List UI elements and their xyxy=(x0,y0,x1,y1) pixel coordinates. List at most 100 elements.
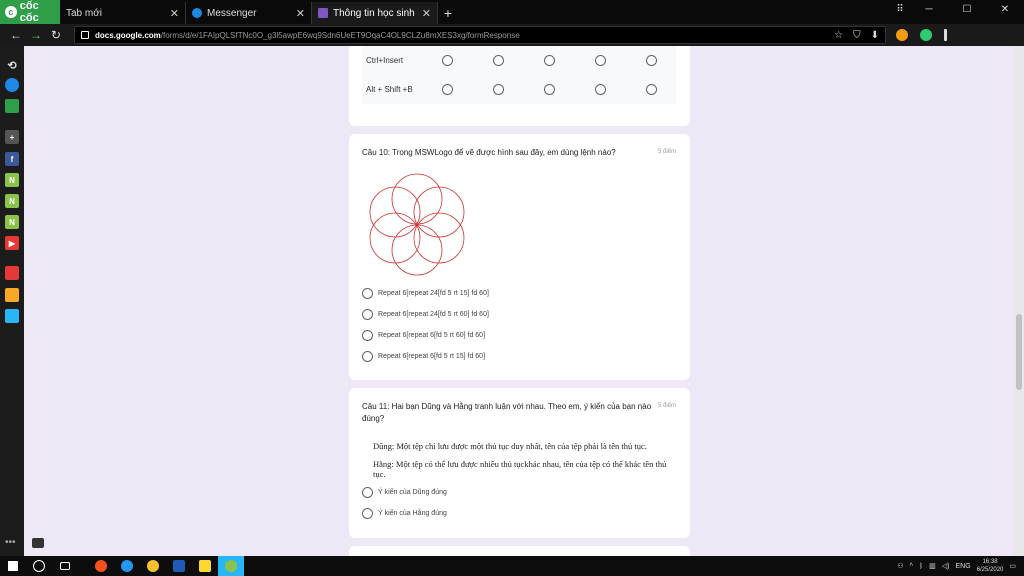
n-app-icon[interactable]: N xyxy=(5,215,19,229)
answer-option[interactable]: Repeat 6[repeat 6[fd 5 rt 60] fd 60] xyxy=(362,330,485,341)
chrome-icon[interactable] xyxy=(140,556,166,576)
question-quote-dung: Dũng: Một tệp chỉ lưu được một thủ tục d… xyxy=(373,441,647,451)
radio-button[interactable] xyxy=(362,330,373,341)
radio-button[interactable] xyxy=(362,508,373,519)
tab-label: Thông tin học sinh xyxy=(333,7,415,19)
system-tray: ⚇ ^ ᛒ ▥ ◁) ENG 16:38 6/25/2020 ▭ xyxy=(897,558,1024,574)
star-icon[interactable]: ☆ xyxy=(834,30,843,41)
game-app-icon[interactable] xyxy=(5,288,19,302)
radio-button[interactable] xyxy=(362,288,373,299)
bluetooth-icon[interactable]: ᛒ xyxy=(919,563,923,570)
radio-button[interactable] xyxy=(362,351,373,362)
radio-button[interactable] xyxy=(362,487,373,498)
tab-thong-tin-hoc-sinh[interactable]: Thông tin học sinh ✕ xyxy=(312,2,438,24)
question-quote-hang: Hằng: Một tệp có thể lưu được nhiều thủ … xyxy=(373,459,667,479)
task-view-icon[interactable] xyxy=(52,556,78,576)
search-icon[interactable] xyxy=(26,556,52,576)
flower-image xyxy=(369,173,465,276)
reload-button[interactable]: ↻ xyxy=(46,28,66,42)
notification-icon[interactable]: ▭ xyxy=(1009,562,1016,570)
language-indicator[interactable]: ENG xyxy=(956,563,971,570)
close-window-button[interactable]: ✕ xyxy=(986,0,1024,18)
more-icon[interactable]: ••• xyxy=(5,537,16,548)
new-tab-button[interactable]: + xyxy=(438,2,458,24)
more-menu-icon[interactable] xyxy=(944,29,947,41)
chevron-up-icon[interactable]: ^ xyxy=(910,563,913,570)
network-icon[interactable]: ▥ xyxy=(929,562,936,570)
url-input[interactable]: docs.google.com /forms/d/e/1FAIpQLSfTNc0… xyxy=(74,26,886,44)
coccoc-taskbar-icon[interactable] xyxy=(218,556,244,576)
coccoc-icon: c xyxy=(5,6,17,18)
question-title: Câu 10: Trong MSWLogo để vẽ được hình sa… xyxy=(362,148,616,157)
start-button[interactable] xyxy=(0,556,26,576)
close-icon[interactable]: ✕ xyxy=(170,7,179,20)
n-app-icon[interactable]: N xyxy=(5,194,19,208)
radio-option[interactable] xyxy=(595,55,606,66)
app-icon[interactable] xyxy=(88,556,114,576)
history-icon[interactable]: ⟲ xyxy=(5,58,19,72)
tab-label: Messenger xyxy=(207,7,257,19)
radio-option[interactable] xyxy=(646,84,657,95)
forward-button[interactable]: → xyxy=(26,28,46,42)
url-host: docs.google.com xyxy=(95,30,161,40)
date: 6/25/2020 xyxy=(976,567,1004,573)
radio-option[interactable] xyxy=(646,55,657,66)
volume-icon[interactable]: ◁) xyxy=(942,562,950,570)
app-icon[interactable] xyxy=(5,309,19,323)
address-bar: ← → ↻ docs.google.com /forms/d/e/1FAIpQL… xyxy=(0,24,1024,46)
add-icon[interactable]: + xyxy=(5,130,19,144)
close-icon[interactable]: ✕ xyxy=(422,7,431,20)
file-explorer-icon[interactable] xyxy=(192,556,218,576)
n-app-icon[interactable]: N xyxy=(5,173,19,187)
scrollbar-thumb[interactable] xyxy=(1016,314,1022,390)
answer-option[interactable]: Repeat 6[repeat 24[fd 5 rt 15] fd 60] xyxy=(362,288,489,299)
answer-option[interactable]: Repeat 6[repeat 6[fd 5 rt 15] fd 60] xyxy=(362,351,485,362)
extension-icon[interactable] xyxy=(896,29,908,41)
grid-row: Ctrl+Insert xyxy=(362,46,676,75)
close-icon[interactable]: ✕ xyxy=(296,7,305,20)
tab-new[interactable]: Tab mới ✕ xyxy=(60,2,186,24)
edge-icon[interactable] xyxy=(114,556,140,576)
tab-bar: c cốc cốc Tab mới ✕ Messenger ✕ Thông ti… xyxy=(0,0,1024,24)
question-card-9: Ctrl+Insert Alt + Shift +B xyxy=(349,46,690,126)
answer-option[interactable]: Ý kiến của Dũng đúng xyxy=(362,487,447,498)
tab-label: Tab mới xyxy=(66,7,103,19)
coccoc-logo[interactable]: c cốc cốc xyxy=(0,0,60,24)
chat-icon[interactable] xyxy=(32,538,44,548)
radio-option[interactable] xyxy=(544,55,555,66)
grid-row-label: Ctrl+Insert xyxy=(366,56,404,65)
download-icon[interactable]: ⬇ xyxy=(871,30,879,41)
answer-option[interactable]: Repeat 6[repeat 24[fd 5 rt 60] fd 60] xyxy=(362,309,489,320)
extensions xyxy=(896,29,947,41)
radio-option[interactable] xyxy=(493,84,504,95)
clock[interactable]: 16:38 6/25/2020 xyxy=(977,558,1004,574)
back-button[interactable]: ← xyxy=(6,28,26,42)
facebook-icon[interactable]: f xyxy=(5,152,19,166)
people-icon[interactable]: ⚇ xyxy=(897,562,903,570)
youtube-icon[interactable]: ▶ xyxy=(5,236,19,250)
question-card-10: Câu 10: Trong MSWLogo để vẽ được hình sa… xyxy=(349,134,690,380)
game-icon[interactable] xyxy=(5,99,19,113)
sidebar: ⟲ + f N N N ▶ ••• xyxy=(0,46,24,556)
shield-icon[interactable]: ⛉ xyxy=(853,30,861,41)
url-path: /forms/d/e/1FAIpQLSfTNc0O_g3l5awpE6wq9Sd… xyxy=(160,30,520,40)
messenger-icon[interactable] xyxy=(5,78,19,92)
option-label: Repeat 6[repeat 6[fd 5 rt 15] fd 60] xyxy=(378,353,486,360)
profile-icon[interactable] xyxy=(920,29,932,41)
minimize-button[interactable]: ─ xyxy=(910,0,948,18)
radio-option[interactable] xyxy=(442,55,453,66)
scrollbar[interactable] xyxy=(1014,46,1024,556)
radio-button[interactable] xyxy=(362,309,373,320)
question-card-11: Câu 11: Hai bạn Dũng và Hằng tranh luận … xyxy=(349,388,690,538)
radio-option[interactable] xyxy=(595,84,606,95)
radio-option[interactable] xyxy=(493,55,504,66)
tab-messenger[interactable]: Messenger ✕ xyxy=(186,2,312,24)
answer-option[interactable]: Ý kiến của Hằng đúng xyxy=(362,508,447,519)
time: 16:38 xyxy=(982,559,998,565)
shopping-icon[interactable] xyxy=(5,266,19,280)
menu-icon[interactable]: ⠿ xyxy=(890,0,910,18)
word-icon[interactable] xyxy=(166,556,192,576)
radio-option[interactable] xyxy=(544,84,555,95)
maximize-button[interactable]: ☐ xyxy=(948,0,986,18)
radio-option[interactable] xyxy=(442,84,453,95)
